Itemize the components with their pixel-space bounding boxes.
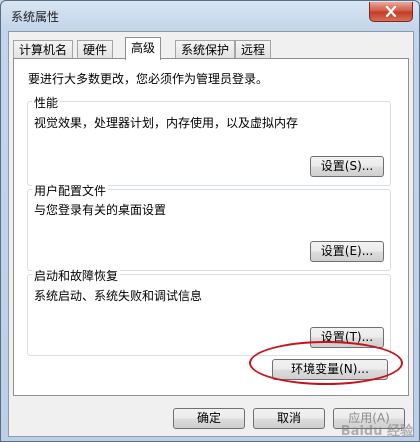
performance-title: 性能 <box>32 94 61 111</box>
performance-group: 性能 视觉效果，处理器计划，内存使用，以及虚拟内存 设置(S)... <box>27 94 391 186</box>
dialog-body: 计算机名 硬件 高级 系统保护 远程 要进行大多数更改，您必须作为管理员登录。 … <box>8 31 414 437</box>
user-profiles-settings-button[interactable]: 设置(E)... <box>310 241 384 262</box>
performance-settings-button[interactable]: 设置(S)... <box>310 156 384 177</box>
user-profiles-title: 用户配置文件 <box>32 182 109 199</box>
startup-recovery-title: 启动和故障恢复 <box>32 267 121 284</box>
system-properties-window: 系统属性 计算机名 硬件 高级 系统保护 远程 要进行大多数更改，您必须作为管理… <box>0 0 420 442</box>
startup-recovery-desc: 系统启动、系统失败和调试信息 <box>34 289 203 303</box>
apply-button[interactable]: 应用(A) <box>333 408 405 429</box>
tab-system-protection[interactable]: 系统保护 <box>175 40 236 59</box>
tab-hardware[interactable]: 硬件 <box>77 40 114 59</box>
tab-remote[interactable]: 远程 <box>235 40 272 59</box>
ok-button[interactable]: 确定 <box>173 408 245 429</box>
tab-advanced[interactable]: 高级 <box>125 37 162 60</box>
environment-variables-button[interactable]: 环境变量(N)... <box>272 359 388 380</box>
admin-notice: 要进行大多数更改，您必须作为管理员登录。 <box>28 72 269 86</box>
startup-recovery-group: 启动和故障恢复 系统启动、系统失败和调试信息 设置(T)... <box>27 267 391 356</box>
user-profiles-desc: 与您登录有关的桌面设置 <box>34 203 167 217</box>
startup-recovery-settings-button[interactable]: 设置(T)... <box>310 327 384 348</box>
title-bar[interactable]: 系统属性 <box>1 1 419 31</box>
window-title: 系统属性 <box>11 10 60 24</box>
tab-computer-name[interactable]: 计算机名 <box>13 40 74 59</box>
user-profiles-group: 用户配置文件 与您登录有关的桌面设置 设置(E)... <box>27 182 391 271</box>
advanced-tab-panel: 要进行大多数更改，您必须作为管理员登录。 性能 视觉效果，处理器计划，内存使用，… <box>13 58 409 396</box>
performance-desc: 视觉效果，处理器计划，内存使用，以及虚拟内存 <box>34 116 299 130</box>
cancel-button[interactable]: 取消 <box>253 408 325 429</box>
close-button[interactable] <box>369 2 413 22</box>
close-icon <box>385 6 397 17</box>
